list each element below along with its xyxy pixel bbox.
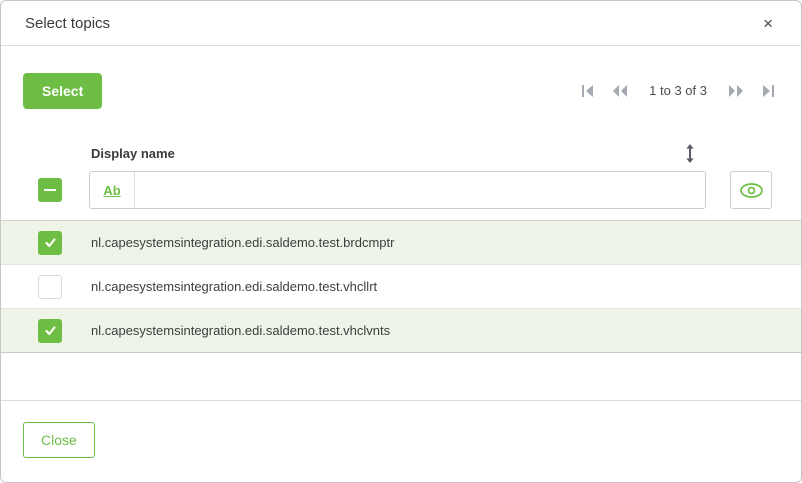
dialog-title: Select topics <box>25 14 111 32</box>
checkmark-icon <box>44 326 56 336</box>
topic-name: nl.capesystemsintegration.edi.saldemo.te… <box>91 279 378 294</box>
eye-icon[interactable] <box>730 171 772 209</box>
close-button[interactable]: Close <box>23 422 95 458</box>
last-page-icon[interactable] <box>761 84 775 98</box>
minus-icon <box>44 189 56 191</box>
table-row[interactable]: nl.capesystemsintegration.edi.saldemo.te… <box>1 309 801 353</box>
pagination: 1 to 3 of 3 <box>581 83 775 98</box>
dialog-footer: Close <box>1 400 801 482</box>
topic-name: nl.capesystemsintegration.edi.saldemo.te… <box>91 323 391 338</box>
select-all-checkbox[interactable] <box>38 178 62 202</box>
select-button[interactable]: Select <box>23 72 103 109</box>
toolbar: Select 1 to 3 of 3 <box>23 72 779 109</box>
checkmark-icon <box>44 238 56 248</box>
column-header-display-name: Display name <box>91 146 175 161</box>
filter-row: Ab <box>23 171 779 209</box>
topic-name: nl.capesystemsintegration.edi.saldemo.te… <box>91 235 395 250</box>
select-topics-dialog: Select topics × Select 1 to 3 of 3 Displ… <box>0 0 802 483</box>
first-page-icon[interactable] <box>581 84 595 98</box>
row-checkbox[interactable] <box>38 274 62 299</box>
previous-page-icon[interactable] <box>612 84 628 98</box>
next-page-icon[interactable] <box>728 84 744 98</box>
sort-icon[interactable] <box>685 144 695 168</box>
row-checkbox[interactable] <box>38 230 62 255</box>
table-header[interactable]: Display name <box>23 144 779 163</box>
table-row[interactable]: nl.capesystemsintegration.edi.saldemo.te… <box>1 265 801 309</box>
dialog-body: Select 1 to 3 of 3 Display name Ab nl.ca… <box>1 46 801 400</box>
pagination-status: 1 to 3 of 3 <box>649 83 707 98</box>
row-checkbox[interactable] <box>38 318 62 343</box>
filter-type-button[interactable]: Ab <box>90 172 135 208</box>
filter-input[interactable] <box>135 172 705 208</box>
topics-list: nl.capesystemsintegration.edi.saldemo.te… <box>1 220 801 353</box>
table-row[interactable]: nl.capesystemsintegration.edi.saldemo.te… <box>1 221 801 265</box>
filter-box: Ab <box>89 171 706 209</box>
close-icon[interactable]: × <box>759 13 777 34</box>
dialog-header: Select topics × <box>1 1 801 46</box>
